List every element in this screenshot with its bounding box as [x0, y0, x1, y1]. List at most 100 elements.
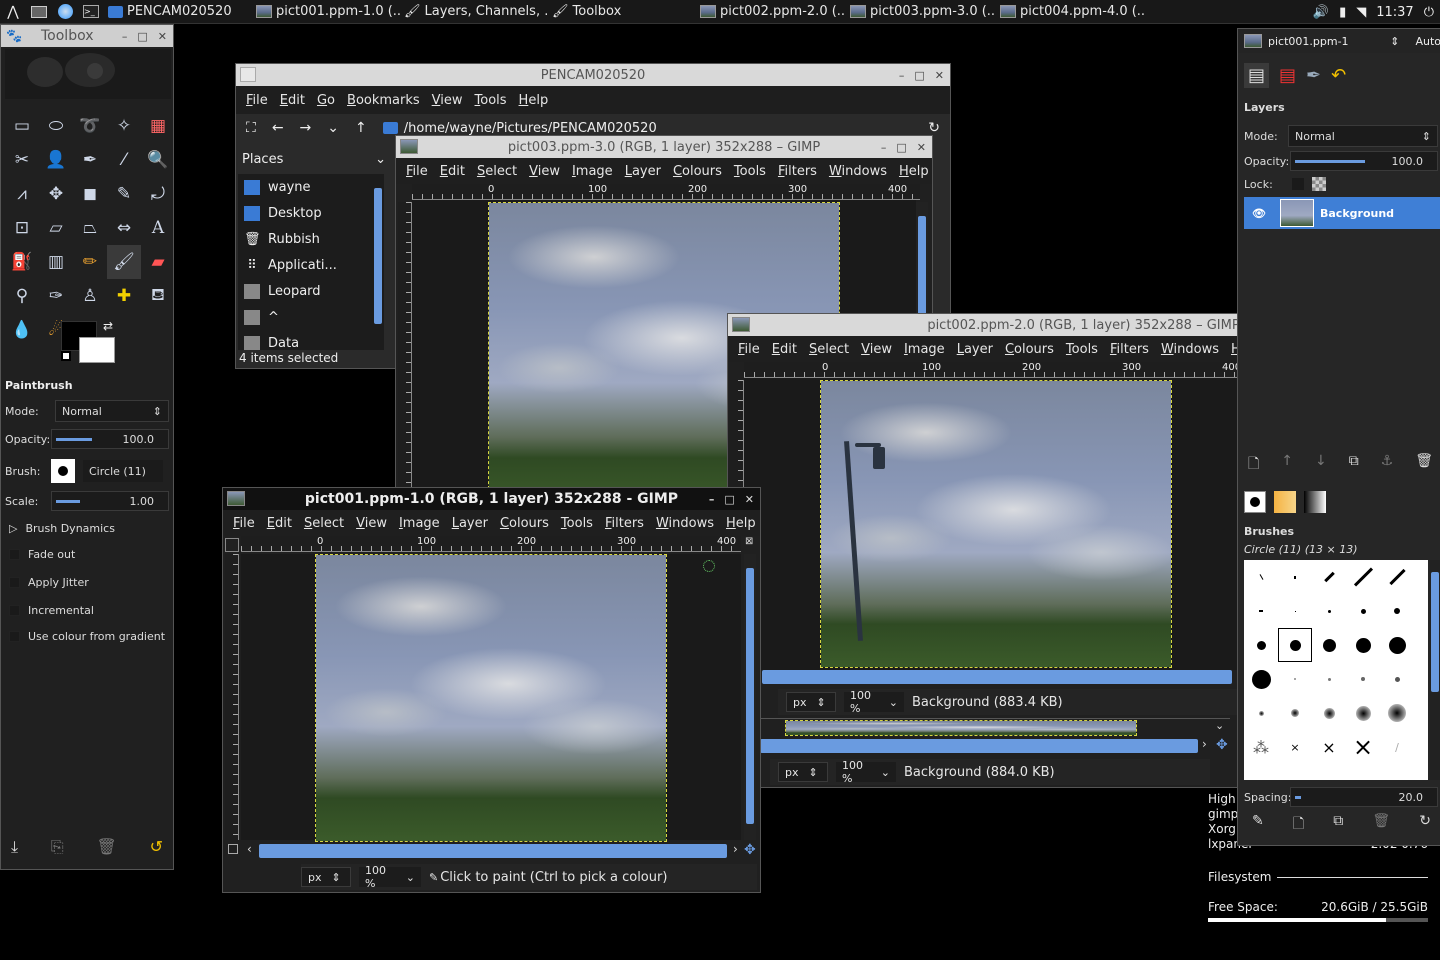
menu-image[interactable]: Image [898, 342, 951, 357]
brush-item[interactable] [1380, 560, 1414, 594]
brush-preview[interactable] [51, 459, 75, 483]
pict001-titlebar[interactable]: pict001.ppm-1.0 (RGB, 1 layer) 352x288 -… [223, 488, 760, 510]
menu-windows[interactable]: Windows [1155, 342, 1225, 357]
checkbox[interactable] [9, 630, 20, 642]
lower-layer-icon[interactable]: ↓ [1315, 453, 1327, 477]
brush-item[interactable] [1380, 628, 1414, 662]
brush-item[interactable] [1278, 696, 1312, 730]
brush-item[interactable] [1346, 594, 1380, 628]
place-wayne[interactable]: wayne [238, 174, 384, 200]
unit-select[interactable]: px ⇕ [786, 692, 836, 712]
path-input[interactable]: /home/wayne/Pictures/PENCAM020520 [404, 121, 657, 136]
brush-dynamics-expander[interactable]: ▷ Brush Dynamics [9, 519, 115, 537]
menu-filters[interactable]: Filters [599, 516, 650, 531]
perspective-icon[interactable]: ⏢ [73, 211, 107, 245]
close-icon[interactable]: ✕ [935, 69, 944, 82]
scroll-left-icon[interactable]: ‹ [247, 842, 252, 856]
brush-item[interactable]: × [1312, 730, 1346, 764]
heal-icon[interactable]: ✚ [107, 279, 141, 313]
tab-paths-icon[interactable]: ✒ [1306, 65, 1321, 86]
raise-layer-icon[interactable]: ↑ [1281, 453, 1293, 477]
menu-edit[interactable]: Edit [766, 342, 803, 357]
brush-item-selected[interactable] [1278, 628, 1312, 662]
menu-layer[interactable]: Layer [619, 164, 667, 179]
reset-options-icon[interactable]: ↺ [150, 837, 163, 857]
brush-item[interactable] [1346, 628, 1380, 662]
bucket-fill-icon[interactable]: ⛽ [5, 245, 39, 279]
menu-select[interactable]: Select [471, 164, 523, 179]
menu-windows[interactable]: Windows [650, 516, 720, 531]
brush-item[interactable] [1244, 628, 1278, 662]
place-desktop[interactable]: Desktop [238, 200, 384, 226]
menu-file[interactable]: File [240, 93, 274, 108]
text-icon[interactable]: A [141, 211, 173, 245]
menu-colours[interactable]: Colours [667, 164, 728, 179]
menu-help[interactable]: Help [893, 164, 932, 179]
back-icon[interactable]: ← [272, 120, 284, 136]
up-icon[interactable]: ↑ [355, 120, 367, 136]
move-icon[interactable]: ✥ [39, 177, 73, 211]
foreground-select-icon[interactable]: 👤 [39, 143, 73, 177]
menu-tools[interactable]: Tools [555, 516, 599, 531]
horizontal-ruler[interactable]: 0 100 200 300 400 [241, 536, 741, 552]
menu-colours[interactable]: Colours [494, 516, 555, 531]
new-brush-icon[interactable]: 🗋 [1293, 813, 1304, 837]
navigate-icon[interactable]: ✥ [744, 842, 756, 858]
browser-icon[interactable] [54, 2, 76, 22]
task-pict004[interactable]: pict004.ppm-4.0 (... [996, 1, 1146, 23]
task-toolbox[interactable]: 🖌 Toolbox [548, 1, 696, 23]
menu-tools[interactable]: Tools [1060, 342, 1104, 357]
places-header[interactable]: Places ⌄ [236, 146, 394, 172]
auto-button[interactable]: Auto [1415, 35, 1440, 48]
task-pict001[interactable]: pict001.ppm-1.0 (... [252, 1, 400, 23]
filemgr-titlebar[interactable]: PENCAM020520 – □ ✕ [236, 64, 950, 86]
menu-colours[interactable]: Colours [999, 342, 1060, 357]
maximize-icon[interactable]: □ [914, 69, 924, 82]
default-colors-icon[interactable] [61, 351, 71, 361]
save-options-icon[interactable]: ⤓ [11, 837, 18, 857]
duplicate-brush-icon[interactable]: ⧉ [1333, 813, 1343, 837]
minimize-icon[interactable]: – [899, 69, 905, 82]
zoom-select[interactable]: 100 % ⌄ [836, 759, 896, 785]
pencil-icon[interactable]: ✏ [73, 245, 107, 279]
menu-layer[interactable]: Layer [951, 342, 999, 357]
close-icon[interactable]: ✕ [745, 493, 754, 506]
minimize-icon[interactable]: – [122, 30, 128, 43]
fade-out-option[interactable]: Fade out [9, 545, 75, 563]
brush-item[interactable] [1346, 662, 1380, 696]
new-tab-icon[interactable]: ⛶ [246, 120, 256, 136]
brush-item[interactable] [1312, 662, 1346, 696]
duplicate-layer-icon[interactable]: ⧉ [1349, 453, 1359, 477]
lock-alpha-icon[interactable] [1312, 177, 1326, 191]
unit-select[interactable]: px ⇕ [778, 762, 828, 782]
eraser-icon[interactable]: ▰ [141, 245, 173, 279]
menu-layer[interactable]: Layer [446, 516, 494, 531]
brush-item[interactable] [1278, 560, 1312, 594]
paintbrush-icon[interactable]: 🖌 [107, 245, 141, 279]
navigate-icon[interactable]: ✥ [1216, 737, 1228, 753]
edit-brush-icon[interactable]: ✎ [1252, 813, 1264, 837]
lasso-icon[interactable]: ➰ [73, 109, 107, 143]
brush-item[interactable] [1380, 594, 1414, 628]
maximize-icon[interactable]: □ [724, 493, 734, 506]
menu-file[interactable]: File [732, 342, 766, 357]
menu-view[interactable]: View [855, 342, 898, 357]
place-caret[interactable]: ^ [238, 304, 384, 330]
horizontal-ruler[interactable]: 0 100 200 300 400 [412, 184, 920, 200]
menu-tools[interactable]: Tools [728, 164, 772, 179]
brush-item[interactable]: × [1346, 730, 1380, 764]
task-pict002[interactable]: pict002.ppm-2.0 (... [696, 1, 846, 23]
menu-view[interactable]: View [350, 516, 393, 531]
battery-icon[interactable]: ▮ [1339, 5, 1346, 20]
task-pict003[interactable]: pict003.ppm-3.0 (... [846, 1, 996, 23]
rotate-icon[interactable]: ⤾ [141, 177, 173, 211]
menu-file[interactable]: File [227, 516, 261, 531]
reload-icon[interactable]: ↻ [928, 120, 940, 136]
opacity-slider[interactable]: 100.0 [51, 429, 169, 449]
zoom-select[interactable]: 100 % ⌄ [359, 864, 421, 890]
scale-icon[interactable]: ⊡ [5, 211, 39, 245]
checkbox[interactable] [9, 576, 20, 588]
layer-row-background[interactable]: 👁 Background [1244, 197, 1440, 229]
minimize-icon[interactable]: – [881, 141, 887, 154]
layer-mode-select[interactable]: Normal ⇕ [1288, 125, 1438, 147]
